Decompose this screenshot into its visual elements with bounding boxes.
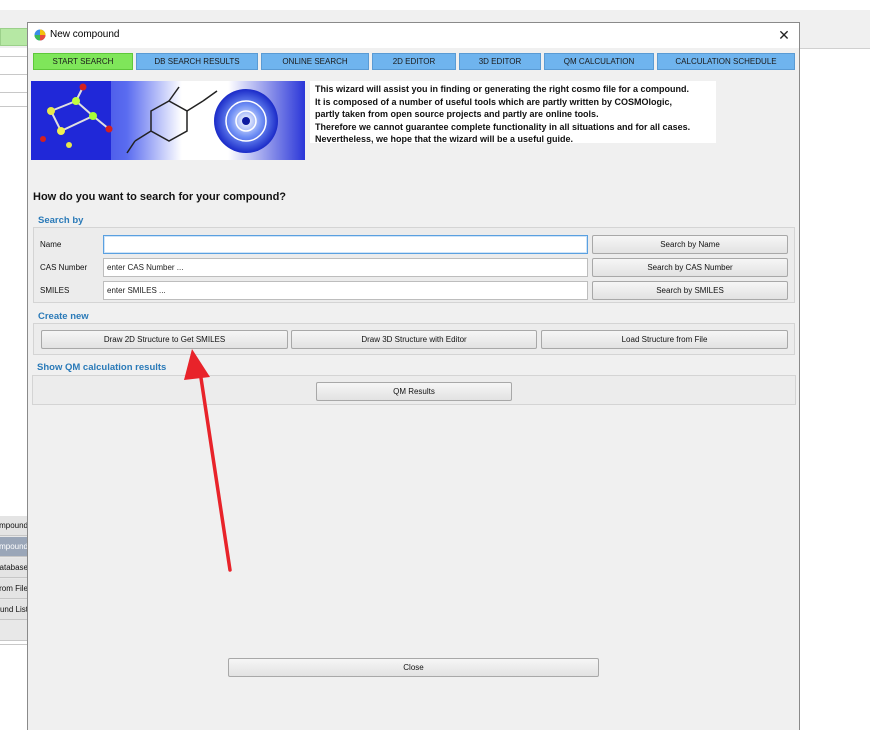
molecule-banner-image [31, 81, 305, 160]
new-compound-dialog: New compound ✕ START SEARCH DB SEARCH RE… [27, 22, 800, 730]
intro-line: It is composed of a number of useful too… [315, 96, 673, 107]
search-by-group: Name Search by Name CAS Number Search by… [33, 227, 795, 303]
qm-results-heading: Show QM calculation results [37, 362, 167, 373]
dialog-title: New compound [50, 29, 120, 40]
smiles-input[interactable] [103, 281, 588, 300]
tab-2d-editor[interactable]: 2D EDITOR [372, 53, 456, 70]
background-panel-item[interactable]: Compound List [0, 600, 28, 620]
cas-number-input[interactable] [103, 258, 588, 277]
intro-line: partly taken from open source projects a… [315, 109, 599, 119]
load-structure-button[interactable]: Load Structure from File [541, 330, 788, 349]
search-by-name-button[interactable]: Search by Name [592, 235, 788, 254]
background-left-panel: Compound Compound Database From File Com… [0, 516, 28, 640]
smiles-label: SMILES [40, 286, 70, 295]
background-panel-item[interactable]: Compound [0, 516, 28, 536]
close-button[interactable]: Close [228, 658, 599, 677]
tab-3d-editor[interactable]: 3D EDITOR [459, 53, 541, 70]
search-by-heading: Search by [38, 215, 84, 226]
wizard-tabs: START SEARCH DB SEARCH RESULTS ONLINE SE… [33, 53, 795, 70]
draw-2d-structure-button[interactable]: Draw 2D Structure to Get SMILES [41, 330, 288, 349]
create-new-heading: Create new [38, 311, 89, 322]
app-logo-icon [34, 29, 46, 41]
wizard-intro-text: This wizard will assist you in finding o… [310, 81, 716, 144]
tab-start-search[interactable]: START SEARCH [33, 53, 133, 70]
intro-line: This wizard will assist you in finding o… [315, 84, 690, 94]
create-new-group: Draw 2D Structure to Get SMILES Draw 3D … [33, 323, 795, 355]
search-by-cas-button[interactable]: Search by CAS Number [592, 258, 788, 277]
tab-calculation-schedule[interactable]: CALCULATION SCHEDULE [657, 53, 795, 70]
dialog-titlebar[interactable]: New compound ✕ [28, 23, 799, 48]
cas-number-label: CAS Number [40, 263, 88, 272]
background-panel-item[interactable]: From File [0, 579, 28, 599]
background-divider [800, 48, 870, 49]
tab-qm-calculation[interactable]: QM CALCULATION [544, 53, 654, 70]
qm-results-group: QM Results [32, 375, 796, 405]
qm-results-button[interactable]: QM Results [316, 382, 512, 401]
intro-line: Therefore we cannot guarantee complete f… [315, 121, 691, 132]
close-icon[interactable]: ✕ [775, 25, 793, 45]
draw-3d-structure-button[interactable]: Draw 3D Structure with Editor [291, 330, 537, 349]
name-input[interactable] [103, 235, 588, 254]
tab-online-search[interactable]: ONLINE SEARCH [261, 53, 369, 70]
background-panel-item-selected[interactable]: Compound [0, 537, 28, 557]
intro-line: Nevertheless, we hope that the wizard wi… [315, 134, 574, 144]
search-question-heading: How do you want to search for your compo… [33, 191, 287, 203]
name-label: Name [40, 240, 62, 249]
background-panel-item[interactable]: Database [0, 558, 28, 578]
tab-db-search-results[interactable]: DB SEARCH RESULTS [136, 53, 258, 70]
search-by-smiles-button[interactable]: Search by SMILES [592, 281, 788, 300]
background-green-tab [0, 28, 28, 46]
